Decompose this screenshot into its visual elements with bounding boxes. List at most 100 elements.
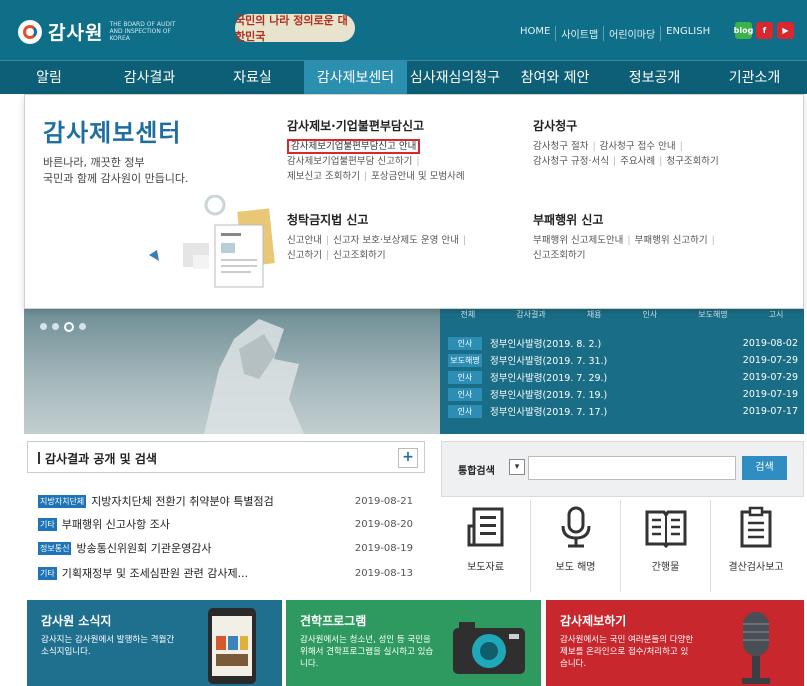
result-title: 방송통신위원회 기관운영감사 bbox=[76, 542, 212, 555]
banner-text: 감사지는 감사원에서 발행하는 격월간 소식지입니다. bbox=[41, 635, 175, 657]
audit-result-item[interactable]: 기타 부패행위 신고사항 조사 2019-08-20 bbox=[38, 516, 413, 532]
camera-icon bbox=[453, 622, 525, 674]
banner-tour-program[interactable]: 견학프로그램 감사원에서는 청소년, 성인 등 국민을 위해서 견학프로그램을 … bbox=[286, 600, 541, 686]
news-tab[interactable]: 고시 bbox=[769, 309, 784, 321]
section-links: 감사제보기업불편부담신고 안내 감사제보기업불편부담 신고하기 | 제보신고 조회… bbox=[287, 139, 465, 182]
tile-label: 보도 해명 bbox=[555, 562, 596, 573]
link-report-guide[interactable]: 신고안내 bbox=[287, 235, 322, 246]
carousel-dot[interactable] bbox=[79, 323, 86, 330]
tile-publications[interactable]: 간행물 bbox=[621, 500, 711, 592]
link-request-procedure[interactable]: 감사청구 절차 bbox=[533, 141, 588, 152]
section-title: 청탁금지법 신고 bbox=[287, 213, 369, 227]
result-date: 2019-08-19 bbox=[354, 542, 413, 554]
search-input[interactable] bbox=[528, 456, 736, 480]
link-request-lookup[interactable]: 청구조회하기 bbox=[666, 156, 718, 167]
site-name: 감사원 bbox=[48, 22, 104, 44]
result-title: 부패행위 신고사항 조사 bbox=[61, 518, 170, 531]
news-tab[interactable]: 채용 bbox=[587, 309, 602, 321]
news-category: 인사 bbox=[448, 387, 482, 401]
news-tab[interactable]: 인사 bbox=[642, 309, 657, 321]
link-request-forms[interactable]: 감사청구 규정·서식 bbox=[533, 156, 609, 167]
microphone-icon bbox=[561, 506, 590, 548]
news-item[interactable]: 인사 정부인사발령(2019. 7. 19.) 2019-07-19 bbox=[448, 387, 798, 401]
nav-about[interactable]: 기관소개 bbox=[702, 61, 807, 95]
news-date: 2019-07-17 bbox=[742, 405, 798, 417]
news-tab[interactable]: 전체 bbox=[461, 309, 476, 321]
nav-archive[interactable]: 자료실 bbox=[201, 61, 304, 95]
site-logo[interactable]: 감사원 THE BOARD OF AUDIT AND INSPECTION OF… bbox=[18, 18, 189, 45]
link-report-submit[interactable]: 감사제보기업불편부담 신고하기 bbox=[287, 156, 412, 167]
link-report-lookup[interactable]: 제보신고 조회하기 bbox=[287, 171, 360, 182]
result-date: 2019-08-20 bbox=[354, 518, 413, 530]
link-protection-guide[interactable]: 신고자 보호·보상제도 운영 안내 bbox=[333, 235, 459, 246]
description-line: 국민과 함께 감사원이 만듭니다. bbox=[43, 172, 189, 185]
news-category: 인사 bbox=[448, 404, 482, 418]
link-report-lookup[interactable]: 신고조회하기 bbox=[333, 250, 385, 261]
carousel-dots bbox=[40, 322, 86, 332]
newspaper-icon bbox=[467, 507, 503, 547]
section-links: 신고안내 | 신고자 보호·보상제도 운영 안내 | 신고하기 | 신고조회하기 bbox=[287, 235, 467, 261]
nav-report-center[interactable]: 감사제보센터 bbox=[304, 61, 407, 95]
news-date: 2019-08-02 bbox=[742, 337, 798, 349]
result-tag: 정보통신 bbox=[38, 541, 72, 555]
nav-disclosure[interactable]: 정보공개 bbox=[607, 61, 702, 95]
link-report-guide[interactable]: 감사제보기업불편부담신고 안내 bbox=[287, 139, 421, 154]
youtube-icon[interactable]: ▶ bbox=[777, 22, 794, 39]
carousel-dot-active[interactable] bbox=[64, 322, 74, 332]
section-title: 부패행위 신고 bbox=[533, 213, 604, 227]
news-item[interactable]: 보도해명 정부인사발령(2019. 7. 31.) 2019-07-29 bbox=[448, 353, 798, 367]
audit-result-item[interactable]: 정보통신 방송통신위원회 기관운영감사 2019-08-19 bbox=[38, 540, 413, 556]
util-home-link[interactable]: HOME bbox=[515, 26, 555, 41]
news-item[interactable]: 인사 정부인사발령(2019. 8. 2.) 2019-08-02 bbox=[448, 336, 798, 350]
more-plus-button[interactable]: + bbox=[398, 448, 418, 468]
search-scope-select[interactable]: ▾ bbox=[509, 459, 525, 475]
banner-report[interactable]: 감사제보하기 감사원에서는 국민 여러분들의 다양한 제보를 온라인으로 접수/… bbox=[546, 600, 804, 686]
link-corruption-guide[interactable]: 부패행위 신고제도안내 bbox=[533, 235, 623, 246]
sns-links: blog f ▶ bbox=[734, 22, 794, 39]
dropdown-description: 바른나라, 깨끗한 정부 국민과 함께 감사원이 만듭니다. bbox=[43, 155, 189, 187]
banner-text: 감사원에서는 청소년, 성인 등 국민을 위해서 견학프로그램을 실시하고 있습… bbox=[300, 635, 434, 669]
news-tab[interactable]: 보도해명 bbox=[698, 309, 727, 321]
top-header: 감사원 THE BOARD OF AUDIT AND INSPECTION OF… bbox=[0, 0, 807, 60]
banner-newsletter[interactable]: 감사원 소식지 감사지는 감사원에서 발행하는 격월간 소식지입니다. bbox=[27, 600, 282, 686]
link-request-intake[interactable]: 감사청구 접수 안내 bbox=[600, 141, 676, 152]
tile-press-release[interactable]: 보도자료 bbox=[441, 500, 531, 592]
utility-links: HOME 사이트맵 어린이마당 ENGLISH bbox=[515, 26, 715, 41]
dropdown-title: 감사제보센터 bbox=[43, 119, 182, 147]
news-category: 보도해명 bbox=[448, 353, 482, 367]
util-kids-link[interactable]: 어린이마당 bbox=[603, 26, 660, 41]
link-corruption-lookup[interactable]: 신고조회하기 bbox=[533, 250, 585, 261]
logo-mark-icon bbox=[18, 19, 42, 44]
main-navigation: 알림 감사결과 자료실 감사제보센터 심사재심의청구 참여와 제안 정보공개 기… bbox=[0, 60, 807, 95]
result-title: 기획재정부 및 조세심판원 관련 감사제... bbox=[61, 567, 249, 580]
search-button[interactable]: 검색 bbox=[742, 456, 787, 480]
carousel-dot[interactable] bbox=[40, 323, 47, 330]
description-line: 바른나라, 깨끗한 정부 bbox=[43, 156, 145, 169]
link-reward-guide[interactable]: 포상금안내 및 모범사례 bbox=[371, 171, 464, 182]
nav-notice[interactable]: 알림 bbox=[0, 61, 98, 95]
nav-participation[interactable]: 참여와 제안 bbox=[503, 61, 607, 95]
news-category: 인사 bbox=[448, 336, 482, 350]
link-report-submit[interactable]: 신고하기 bbox=[287, 250, 322, 261]
news-tab[interactable]: 감사결과 bbox=[516, 309, 545, 321]
blog-icon[interactable]: blog bbox=[734, 22, 753, 39]
tile-press-clarification[interactable]: 보도 해명 bbox=[531, 500, 621, 592]
nav-review[interactable]: 심사재심의청구 bbox=[407, 61, 503, 95]
util-english-link[interactable]: ENGLISH bbox=[660, 26, 715, 41]
carousel-dot[interactable] bbox=[52, 323, 59, 330]
audit-result-item[interactable]: 기타 기획재정부 및 조세심판원 관련 감사제... 2019-08-13 bbox=[38, 565, 413, 581]
tile-settlement-report[interactable]: 결산검사보고 bbox=[711, 500, 801, 592]
result-date: 2019-08-13 bbox=[354, 567, 413, 579]
audit-result-item[interactable]: 지방자치단체 지방자치단체 전환기 취약분야 특별점검 2019-08-21 bbox=[38, 493, 413, 509]
nav-audit-results[interactable]: 감사결과 bbox=[98, 61, 201, 95]
link-corruption-submit[interactable]: 부패행위 신고하기 bbox=[635, 235, 708, 246]
util-sitemap-link[interactable]: 사이트맵 bbox=[555, 26, 603, 41]
result-tag: 지방자치단체 bbox=[38, 494, 87, 508]
news-item[interactable]: 인사 정부인사발령(2019. 7. 17.) 2019-07-17 bbox=[448, 404, 798, 418]
news-item[interactable]: 인사 정부인사발령(2019. 7. 29.) 2019-07-29 bbox=[448, 370, 798, 384]
link-major-cases[interactable]: 주요사례 bbox=[620, 156, 655, 167]
slogan-badge: 국민의 나라 정의로운 대한민국 bbox=[235, 14, 355, 43]
news-title: 정부인사발령(2019. 8. 2.) bbox=[490, 339, 602, 350]
book-icon bbox=[645, 510, 686, 549]
facebook-icon[interactable]: f bbox=[756, 22, 773, 39]
